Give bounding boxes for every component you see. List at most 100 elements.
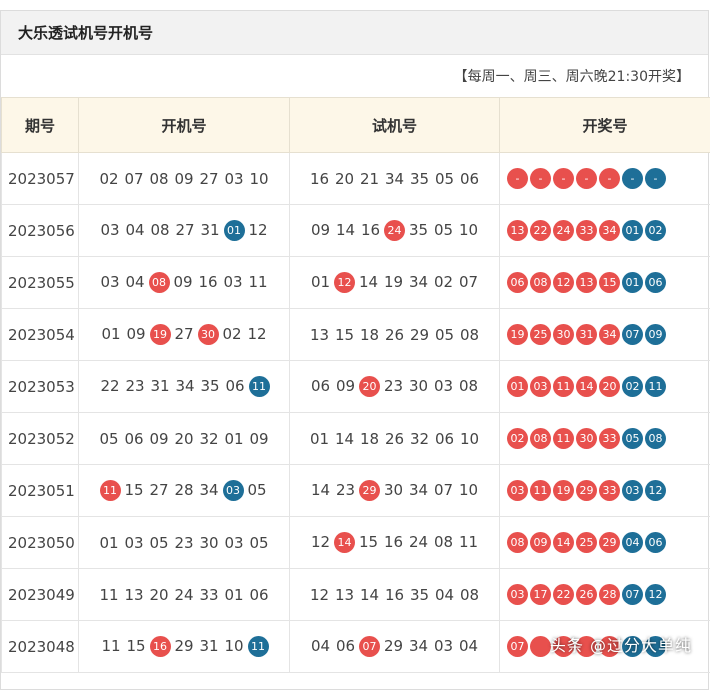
number: 03 [100,221,121,239]
red-ball: 08 [530,428,551,449]
number: 14 [310,481,331,499]
red-ball: 11 [100,480,121,501]
kaiji-cell: 03040809160311 [79,257,290,309]
number: 10 [224,637,245,655]
lottery-panel: 大乐透试机号开机号 【每周一、周三、周六晚21:30开奖】 期号 开机号 试机号… [0,10,709,690]
blue-ball: 11 [645,376,666,397]
number: 27 [199,170,220,188]
table-body: 20230570207080927031016202134350506-----… [2,153,710,673]
table-row: 2023049111320243301061213141635040803172… [2,569,710,621]
table-row: 2023056030408273101120914162435051013222… [2,205,710,257]
kaiji-cell: 01091927300212 [79,309,290,361]
red-ball: - [530,168,551,189]
red-ball: 25 [530,324,551,345]
red-ball: 34 [599,220,620,241]
red-ball: 16 [150,636,171,657]
red-ball: 24 [553,220,574,241]
number: 34 [408,637,429,655]
number: 09 [149,430,170,448]
number: 27 [149,481,170,499]
number: 05 [434,326,455,344]
red-ball: - [507,168,528,189]
red-ball: 07 [359,636,380,657]
number: 06 [335,637,356,655]
number: 01 [224,586,245,604]
red-ball [530,636,551,657]
prize-cell: 03172226280712 [500,569,710,621]
number: 14 [358,273,379,291]
number: 13 [334,586,355,604]
kaiji-cell: 11151629311011 [79,621,290,673]
number: 10 [459,430,480,448]
number: 05 [249,534,270,552]
red-ball: 22 [553,584,574,605]
prize-cell: ------- [500,153,710,205]
number: 08 [459,586,480,604]
prize-cell: 08091425290406 [500,517,710,569]
number: 11 [248,273,269,291]
number: 02 [433,273,454,291]
issue-number: 2023053 [2,361,79,413]
number: 09 [126,325,147,343]
red-ball: 29 [359,480,380,501]
red-ball: 11 [530,480,551,501]
number: 01 [310,273,331,291]
number: 31 [200,221,221,239]
number: 07 [458,273,479,291]
number: 28 [174,481,195,499]
number: 20 [149,586,170,604]
blue-ball: - [622,168,643,189]
prize-cell: 01031114200211 [500,361,710,413]
number: 15 [358,533,379,551]
number: 06 [310,377,331,395]
red-ball: 26 [576,584,597,605]
number: 03 [224,170,245,188]
red-ball: 24 [384,220,405,241]
table-row: 20230570207080927031016202134350506-----… [2,153,710,205]
blue-ball: 06 [645,272,666,293]
number: 35 [408,221,429,239]
number: 35 [409,586,430,604]
blue-ball: 06 [645,532,666,553]
red-ball: 11 [553,428,574,449]
red-ball: 11 [553,376,574,397]
number: 11 [101,637,122,655]
number: 30 [408,377,429,395]
number: 29 [174,637,195,655]
shiji-cell: 09141624350510 [290,205,500,257]
shiji-cell: 01141826320610 [290,413,500,465]
number: 05 [433,221,454,239]
blue-ball: - [645,168,666,189]
number: 09 [174,170,195,188]
issue-number: 2023055 [2,257,79,309]
issue-number: 2023050 [2,517,79,569]
number: 08 [459,326,480,344]
watermark: 头条 @过分大单纯 [550,632,692,656]
number: 03 [224,534,245,552]
table-row: 2023051111527283403051423293034071003111… [2,465,710,517]
red-ball: 20 [359,376,380,397]
prize-cell: 13222433340102 [500,205,710,257]
issue-number: 2023056 [2,205,79,257]
issue-number: 2023048 [2,621,79,673]
red-ball: 33 [599,428,620,449]
kaiji-cell: 05060920320109 [79,413,290,465]
blue-ball: 03 [223,480,244,501]
header-kaiji: 开机号 [79,98,290,153]
red-ball: 13 [576,272,597,293]
number: 23 [335,481,356,499]
red-ball: 13 [507,220,528,241]
number: 31 [199,637,220,655]
header-prize: 开奖号 [500,98,710,153]
blue-ball: 02 [645,220,666,241]
number: 01 [99,534,120,552]
table-row: 2023050010305233003051214151624081108091… [2,517,710,569]
number: 23 [125,377,146,395]
number: 27 [174,325,195,343]
red-ball: 19 [553,480,574,501]
draw-schedule: 【每周一、周三、周六晚21:30开奖】 [1,55,708,97]
red-ball: 15 [599,272,620,293]
number: 24 [174,586,195,604]
red-ball: 03 [507,584,528,605]
blue-ball: 08 [645,428,666,449]
